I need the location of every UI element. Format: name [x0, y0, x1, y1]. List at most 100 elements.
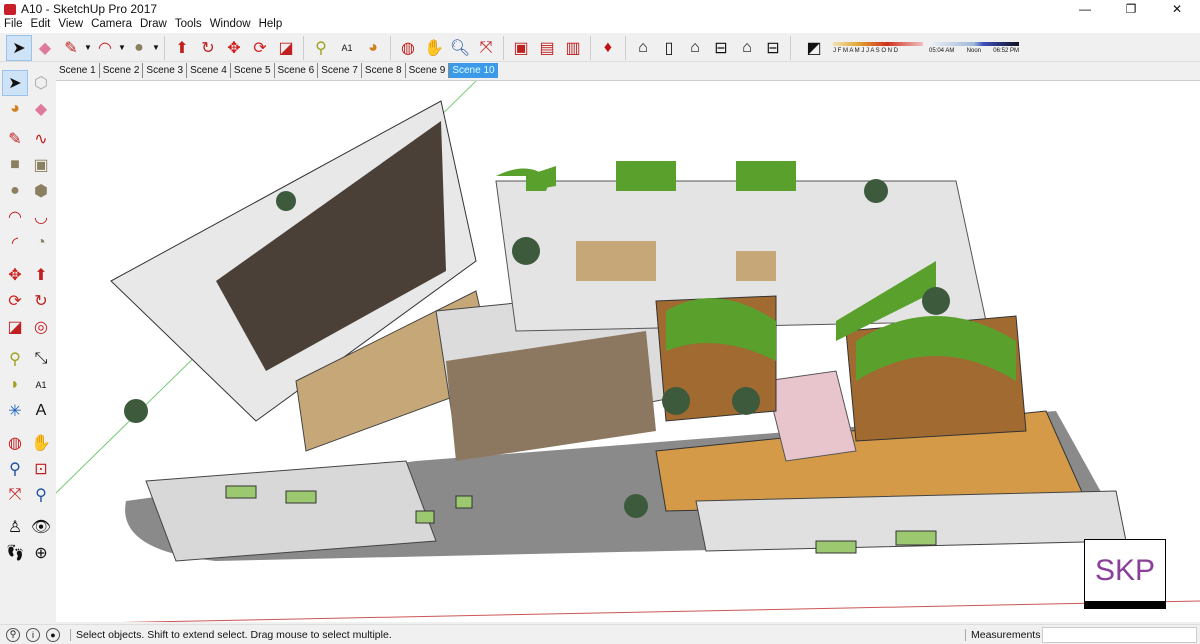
arc-icon[interactable]: ◠ — [92, 35, 118, 61]
right-view-icon[interactable]: ⊟ — [708, 35, 734, 61]
select-icon[interactable]: ➤ — [6, 34, 32, 61]
paint-bucket-icon[interactable]: ◕ — [360, 35, 386, 61]
eraser-icon[interactable]: ◆ — [28, 96, 54, 122]
pan-icon[interactable]: ✋ — [28, 430, 54, 456]
tab-scene-8[interactable]: Scene 8 — [362, 63, 406, 78]
arc-icon[interactable]: ◠ — [2, 204, 28, 230]
share-model-icon[interactable]: ▤ — [534, 35, 560, 61]
menu-edit[interactable]: Edit — [31, 18, 51, 33]
3d-text-icon[interactable]: A — [28, 398, 54, 424]
dimension-icon[interactable]: ⤡ — [28, 346, 54, 372]
select-icon[interactable]: ➤ — [2, 70, 28, 96]
tape-measure-icon[interactable]: ⚲ — [2, 346, 28, 372]
minimize-button[interactable]: — — [1062, 0, 1108, 18]
follow-me-icon[interactable]: ↻ — [28, 288, 54, 314]
menu-file[interactable]: File — [4, 18, 23, 33]
offset-icon[interactable]: ◎ — [28, 314, 54, 340]
tab-scene-2[interactable]: Scene 2 — [100, 63, 144, 78]
month-slider[interactable]: J F M A M J J A S O N D — [833, 39, 923, 57]
orbit-icon[interactable]: ◍ — [395, 35, 421, 61]
pencil-icon[interactable]: ✎ — [58, 35, 84, 61]
shadows-icon[interactable]: ◩ — [801, 35, 827, 61]
measurements-input[interactable] — [1042, 627, 1197, 643]
circle-icon[interactable]: ● — [2, 178, 28, 204]
component-icon[interactable]: ⬡ — [28, 70, 54, 96]
zoom-window-icon[interactable]: ⊡ — [28, 456, 54, 482]
three-point-arc-icon[interactable]: ◜ — [2, 230, 28, 256]
text-icon[interactable]: A1 — [334, 35, 360, 61]
walk-icon[interactable]: 👣︎ — [2, 540, 28, 566]
menu-draw[interactable]: Draw — [140, 18, 167, 33]
rotated-rectangle-icon[interactable]: ▣ — [28, 152, 54, 178]
geo-location-icon[interactable]: ⚲ — [6, 627, 20, 642]
zoom-icon[interactable]: ⚲ — [2, 456, 28, 482]
tab-scene-3[interactable]: Scene 3 — [143, 63, 188, 78]
scale-icon[interactable]: ◪ — [273, 35, 299, 61]
tab-scene-9[interactable]: Scene 9 — [406, 63, 450, 78]
pie-icon[interactable]: ◔ — [28, 230, 54, 256]
follow-me-icon[interactable]: ↻ — [195, 35, 221, 61]
chevron-down-icon[interactable]: ▼ — [84, 43, 92, 52]
push-pull-icon[interactable]: ⬆ — [169, 35, 195, 61]
left-view-icon[interactable]: ⊟ — [760, 35, 786, 61]
model-viewport[interactable]: SKP — [56, 80, 1200, 622]
front-view-icon[interactable]: ⌂ — [682, 35, 708, 61]
rotate-icon[interactable]: ⟳ — [2, 288, 28, 314]
credits-icon[interactable]: i — [26, 627, 40, 642]
sketchup-logo-icon — [4, 3, 16, 15]
tab-scene-7[interactable]: Scene 7 — [318, 63, 362, 78]
warehouse-icon[interactable]: ▣ — [508, 35, 534, 61]
protractor-icon[interactable]: ◗ — [2, 372, 28, 398]
tab-scene-5[interactable]: Scene 5 — [231, 63, 275, 78]
pan-icon[interactable]: ✋ — [421, 35, 447, 61]
line-icon[interactable]: ✎ — [2, 126, 28, 152]
chevron-down-icon[interactable]: ▼ — [152, 43, 160, 52]
scale-icon[interactable]: ◪ — [2, 314, 28, 340]
push-pull-icon[interactable]: ⬆ — [28, 262, 54, 288]
measurements-label: Measurements — [965, 628, 1040, 641]
top-view-icon[interactable]: ▯ — [656, 35, 682, 61]
polygon-icon[interactable]: ⬢ — [28, 178, 54, 204]
status-message: Select objects. Shift to extend select. … — [70, 628, 392, 641]
zoom-extents-icon[interactable]: ⤧ — [473, 35, 499, 61]
maximize-button[interactable]: ❐ — [1108, 0, 1154, 18]
time-slider[interactable]: 05:04 AM Noon 06:52 PM — [929, 39, 1019, 57]
time-end-label: 06:52 PM — [993, 47, 1019, 54]
text-icon[interactable]: A1 — [28, 372, 54, 398]
two-point-arc-icon[interactable]: ◡ — [28, 204, 54, 230]
extension-icon[interactable]: ▥ — [560, 35, 586, 61]
close-button[interactable]: ✕ — [1154, 0, 1200, 18]
move-icon[interactable]: ✥ — [221, 35, 247, 61]
iso-view-icon[interactable]: ⌂ — [630, 35, 656, 61]
eraser-icon[interactable]: ◆ — [32, 35, 58, 61]
zoom-extents-icon[interactable]: ⤧ — [2, 482, 28, 508]
tape-measure-icon[interactable]: ⚲ — [308, 35, 334, 61]
look-around-icon[interactable]: 👁︎ — [28, 514, 54, 540]
rotate-icon[interactable]: ⟳ — [247, 35, 273, 61]
user-icon[interactable]: ● — [46, 627, 60, 642]
circle-icon[interactable]: ● — [126, 35, 152, 61]
orbit-icon[interactable]: ◍ — [2, 430, 28, 456]
previous-view-icon[interactable]: ⚲ — [28, 482, 54, 508]
menu-view[interactable]: View — [58, 18, 83, 33]
rectangle-icon[interactable]: ■ — [2, 152, 28, 178]
tab-scene-1[interactable]: Scene 1 — [56, 63, 100, 78]
move-icon[interactable]: ✥ — [2, 262, 28, 288]
freehand-icon[interactable]: ∿ — [28, 126, 54, 152]
paint-bucket-icon[interactable]: ◕ — [2, 96, 28, 122]
skp-watermark: SKP — [1084, 539, 1166, 609]
ruby-icon[interactable]: ♦ — [595, 35, 621, 61]
menu-camera[interactable]: Camera — [91, 18, 132, 33]
tab-scene-4[interactable]: Scene 4 — [187, 63, 231, 78]
tab-scene-6[interactable]: Scene 6 — [275, 63, 319, 78]
position-camera-icon[interactable]: ♙ — [2, 514, 28, 540]
chevron-down-icon[interactable]: ▼ — [118, 43, 126, 52]
menu-window[interactable]: Window — [210, 18, 251, 33]
menu-tools[interactable]: Tools — [175, 18, 202, 33]
axes-icon[interactable]: ✳ — [2, 398, 28, 424]
zoom-icon[interactable]: 🔍︎ — [447, 35, 473, 61]
menu-help[interactable]: Help — [259, 18, 283, 33]
back-view-icon[interactable]: ⌂ — [734, 35, 760, 61]
section-plane-icon[interactable]: ⊕ — [28, 540, 54, 566]
tab-scene-10[interactable]: Scene 10 — [449, 63, 498, 78]
